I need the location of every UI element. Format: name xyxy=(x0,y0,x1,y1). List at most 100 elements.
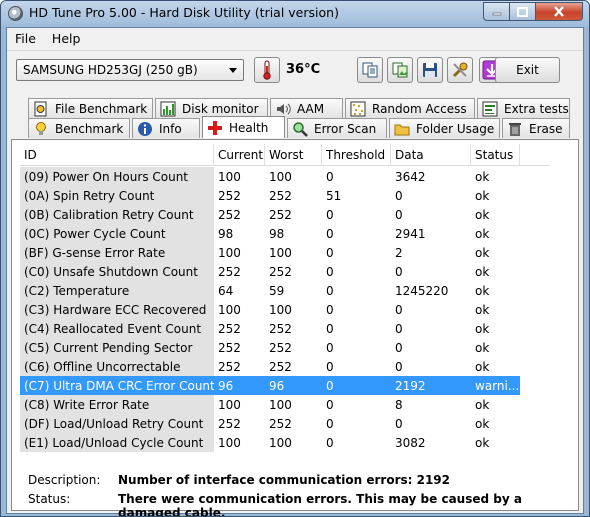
table-row[interactable]: (DF) Load/Unload Retry Count 252 252 0 0 ok xyxy=(20,414,550,433)
table-cell: (0B) Calibration Retry Count xyxy=(20,205,214,224)
copy-text-button[interactable] xyxy=(357,57,383,83)
table-cell: 0 xyxy=(326,303,334,317)
column-header[interactable]: Current xyxy=(214,144,265,165)
table-cell: ok xyxy=(475,170,490,184)
table-cell: 252 xyxy=(269,417,292,431)
column-header[interactable]: Threshold xyxy=(322,144,391,165)
table-row[interactable]: (BF) G-sense Error Rate 100 100 0 2 ok xyxy=(20,243,550,262)
tab-file-benchmark[interactable]: File Benchmark xyxy=(28,98,153,118)
tab-benchmark[interactable]: Benchmark xyxy=(28,118,130,138)
column-header[interactable]: Status xyxy=(471,144,520,165)
menu-file[interactable]: File xyxy=(7,28,44,50)
table-cell: (C2) Temperature xyxy=(20,281,214,300)
table-header: ID Current Worst Threshold Data Status xyxy=(20,144,550,166)
table-cell: 0 xyxy=(326,360,334,374)
thermometer-icon xyxy=(263,60,271,80)
drive-select[interactable]: SAMSUNG HD253GJ (250 gB) xyxy=(16,59,244,81)
save-button[interactable] xyxy=(417,57,443,83)
table-cell: 252 xyxy=(269,322,292,336)
client-area: File Help SAMSUNG HD253GJ (250 gB) 36°C xyxy=(6,27,584,516)
description-label: Description: xyxy=(28,473,101,487)
drive-select-value: SAMSUNG HD253GJ (250 gB) xyxy=(23,63,198,77)
column-header[interactable]: Data xyxy=(391,144,471,165)
table-row[interactable]: (09) Power On Hours Count 100 100 0 3642 ok xyxy=(20,167,550,186)
tab-label: AAM xyxy=(297,101,325,116)
table-cell: (C7) Ultra DMA CRC Error Count xyxy=(20,376,214,395)
table-row[interactable]: (C8) Write Error Rate 100 100 0 8 ok xyxy=(20,395,550,414)
table-cell: 252 xyxy=(269,341,292,355)
table-cell: 0 xyxy=(395,303,403,317)
table-cell: 100 xyxy=(218,170,241,184)
table-cell: ok xyxy=(475,341,490,355)
table-cell: 252 xyxy=(218,208,241,222)
window-title: HD Tune Pro 5.00 - Hard Disk Utility (tr… xyxy=(29,5,339,20)
table-cell: 0 xyxy=(326,208,334,222)
tab-erase[interactable]: Erase xyxy=(502,118,570,138)
tab-folder-usage[interactable]: Folder Usage xyxy=(389,118,500,138)
table-cell: 252 xyxy=(218,265,241,279)
column-header[interactable]: ID xyxy=(20,144,214,165)
table-row[interactable]: (C7) Ultra DMA CRC Error Count 96 96 0 2192 w… xyxy=(20,376,550,395)
table-row[interactable]: (C6) Offline Uncorrectable 252 252 0 0 ok xyxy=(20,357,550,376)
table-cell: (C0) Unsafe Shutdown Count xyxy=(20,262,214,281)
table-row[interactable]: (E1) Load/Unload Cycle Count 100 100 0 3082 o… xyxy=(20,433,550,452)
column-header[interactable]: Worst xyxy=(265,144,322,165)
table-row[interactable]: (0B) Calibration Retry Count 252 252 0 0 ok xyxy=(20,205,550,224)
trash-icon xyxy=(509,122,521,136)
table-row[interactable]: (C5) Current Pending Sector 252 252 0 0 ok xyxy=(20,338,550,357)
table-cell: 100 xyxy=(218,436,241,450)
smart-table[interactable]: ID Current Worst Threshold Data Status (… xyxy=(20,144,550,460)
health-cross-icon xyxy=(208,120,222,135)
tab-label: Extra tests xyxy=(504,101,569,116)
tab-strip: File Benchmark Disk monitor AAM Random A… xyxy=(7,98,583,140)
tab-health[interactable]: Health xyxy=(202,116,285,138)
temperature-button[interactable] xyxy=(254,57,280,83)
maximize-button[interactable] xyxy=(510,2,536,21)
tab-disk-monitor[interactable]: Disk monitor xyxy=(155,98,268,118)
tab-aam[interactable]: AAM xyxy=(270,98,343,118)
info-icon xyxy=(138,121,152,136)
table-row[interactable]: (0C) Power Cycle Count 98 98 0 2941 ok xyxy=(20,224,550,243)
table-cell: ok xyxy=(475,208,490,222)
table-cell: 0 xyxy=(322,376,391,395)
table-cell: 0 xyxy=(326,246,334,260)
table-cell: 252 xyxy=(218,189,241,203)
table-cell: (0A) Spin Retry Count xyxy=(20,186,214,205)
table-row[interactable]: (C0) Unsafe Shutdown Count 252 252 0 0 ok xyxy=(20,262,550,281)
table-row[interactable]: (C3) Hardware ECC Recovered 100 100 0 0 ok xyxy=(20,300,550,319)
table-cell: ok xyxy=(475,322,490,336)
tab-random-access[interactable]: Random Access xyxy=(345,98,475,118)
table-cell: 100 xyxy=(269,246,292,260)
table-cell: 0 xyxy=(395,360,403,374)
title-bar[interactable]: HD Tune Pro 5.00 - Hard Disk Utility (tr… xyxy=(1,1,589,27)
table-cell: 252 xyxy=(269,360,292,374)
menu-bar: File Help xyxy=(7,28,583,50)
minimize-button[interactable] xyxy=(483,2,510,21)
table-cell: ok xyxy=(475,246,490,260)
table-cell: 252 xyxy=(218,360,241,374)
magnifier-icon xyxy=(293,121,308,137)
exit-button[interactable]: Exit xyxy=(495,57,560,83)
copy-screenshot-button[interactable] xyxy=(387,57,413,83)
options-button[interactable] xyxy=(447,57,473,83)
table-cell: 1245220 xyxy=(395,284,449,298)
table-cell: 100 xyxy=(269,436,292,450)
close-button[interactable] xyxy=(536,2,583,21)
tab-label: Disk monitor xyxy=(182,101,259,116)
table-cell: 252 xyxy=(269,189,292,203)
menu-help[interactable]: Help xyxy=(44,28,89,50)
table-cell: 0 xyxy=(395,341,403,355)
table-row[interactable]: (0A) Spin Retry Count 252 252 51 0 ok xyxy=(20,186,550,205)
table-row[interactable]: (C4) Reallocated Event Count 252 252 0 0 ok xyxy=(20,319,550,338)
table-row[interactable]: (C2) Temperature 64 59 0 1245220 ok xyxy=(20,281,550,300)
table-cell: ok xyxy=(475,398,490,412)
tab-error-scan[interactable]: Error Scan xyxy=(287,118,387,138)
table-cell: 0 xyxy=(326,341,334,355)
health-panel: ID Current Worst Threshold Data Status (… xyxy=(11,139,579,516)
tab-extra-tests[interactable]: Extra tests xyxy=(477,98,570,118)
speaker-icon xyxy=(277,103,291,114)
table-cell: (0C) Power Cycle Count xyxy=(20,224,214,243)
table-cell: 0 xyxy=(326,398,334,412)
table-cell: 100 xyxy=(218,246,241,260)
tab-info[interactable]: Info xyxy=(132,118,200,138)
